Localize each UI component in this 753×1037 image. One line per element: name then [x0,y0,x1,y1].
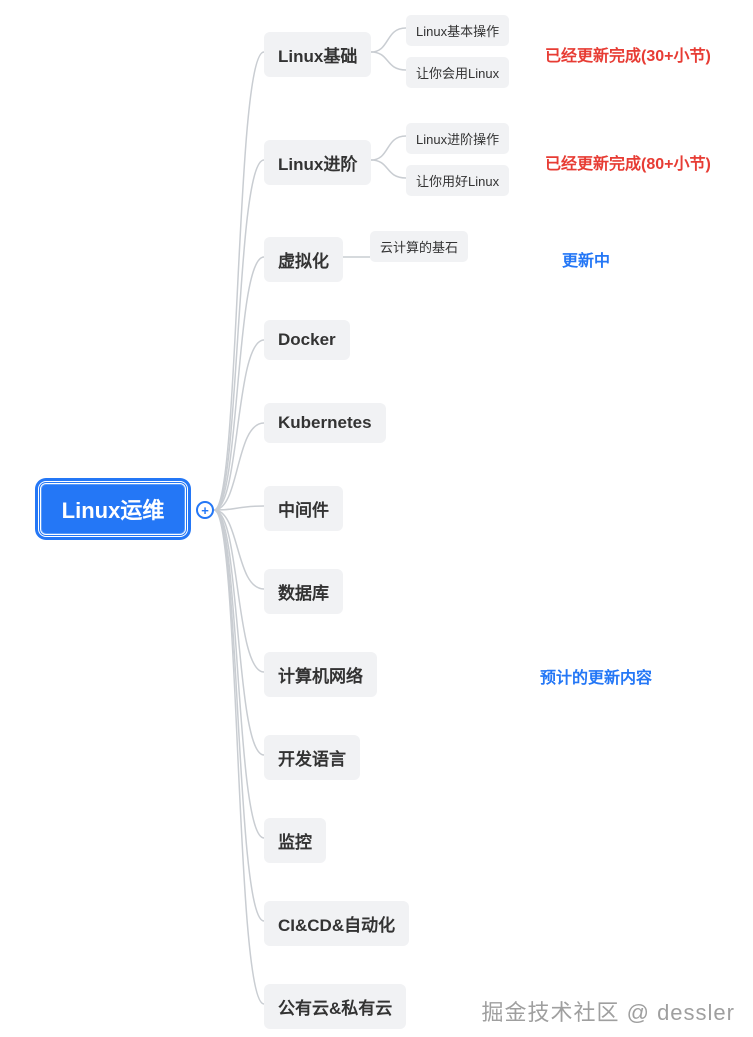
node-label: 让你用好Linux [416,174,499,189]
root-node[interactable]: Linux运维 [38,481,188,537]
status-updating: 更新中 [562,247,610,271]
node-label: Linux基础 [278,47,357,66]
node-label: 公有云&私有云 [278,999,392,1018]
topic-cicd[interactable]: CI&CD&自动化 [264,901,409,946]
topic-kubernetes[interactable]: Kubernetes [264,403,386,443]
node-label: 让你会用Linux [416,66,499,81]
sub-linux-adv-use[interactable]: 让你用好Linux [406,165,509,196]
topic-middleware[interactable]: 中间件 [264,486,343,531]
topic-docker[interactable]: Docker [264,320,350,360]
sub-linux-adv-ops[interactable]: Linux进阶操作 [406,123,509,154]
watermark-text: 掘金技术社区 @ dessler [482,1000,735,1025]
topic-virt[interactable]: 虚拟化 [264,237,343,282]
node-label: Linux进阶 [278,155,357,174]
topic-monitor[interactable]: 监控 [264,818,326,863]
topic-devlang[interactable]: 开发语言 [264,735,360,780]
node-label: CI&CD&自动化 [278,916,395,935]
node-label: Linux进阶操作 [416,132,499,147]
topic-network[interactable]: 计算机网络 [264,652,377,697]
node-label: 计算机网络 [278,667,363,686]
node-label: 数据库 [278,584,329,603]
sub-virt-cloud[interactable]: 云计算的基石 [370,231,468,262]
watermark: 掘金技术社区 @ dessler [482,995,735,1027]
node-label: Kubernetes [278,413,372,432]
node-label: 监控 [278,833,312,852]
topic-database[interactable]: 数据库 [264,569,343,614]
status-text: 更新中 [562,253,610,270]
status-basic-done: 已经更新完成(30+小节) [545,42,711,66]
node-label: 虚拟化 [278,252,329,271]
status-text: 已经更新完成(30+小节) [545,48,711,65]
sub-linux-basic-ops[interactable]: Linux基本操作 [406,15,509,46]
topic-linux-basic[interactable]: Linux基础 [264,32,371,77]
status-adv-done: 已经更新完成(80+小节) [545,150,711,174]
topic-linux-adv[interactable]: Linux进阶 [264,140,371,185]
node-label: Docker [278,330,336,349]
status-planned: 预计的更新内容 [540,664,652,688]
expand-button[interactable]: + [196,501,214,519]
node-label: 中间件 [278,501,329,520]
sub-linux-basic-use[interactable]: 让你会用Linux [406,57,509,88]
node-label: 开发语言 [278,750,346,769]
topic-cloud[interactable]: 公有云&私有云 [264,984,406,1029]
status-text: 预计的更新内容 [540,670,652,687]
root-label: Linux运维 [62,493,165,525]
node-label: Linux基本操作 [416,24,499,39]
status-text: 已经更新完成(80+小节) [545,156,711,173]
node-label: 云计算的基石 [380,240,458,255]
plus-icon: + [201,504,209,517]
